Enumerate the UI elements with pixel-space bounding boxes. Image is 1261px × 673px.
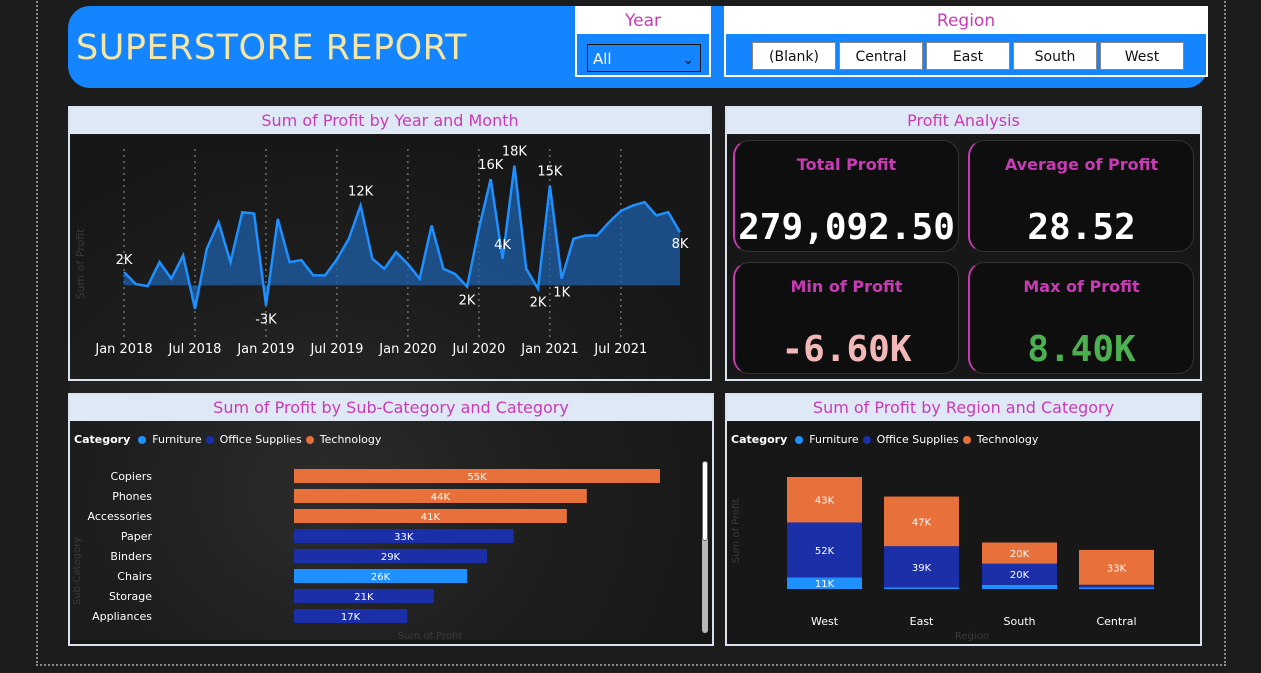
subcategory-chart: Sub-Category Sum of Profit Copiers 55K Pho… bbox=[72, 469, 660, 642]
data-label: 15K bbox=[537, 165, 563, 180]
region-button-south[interactable]: South bbox=[1013, 42, 1097, 70]
average-profit-card: Average of Profit 28.52 bbox=[968, 140, 1194, 252]
year-slicer-label: Year bbox=[577, 8, 709, 34]
region-slicer-label: Region bbox=[726, 8, 1206, 34]
data-label: 33K bbox=[394, 532, 414, 543]
profit-area bbox=[124, 165, 680, 309]
data-label: 55K bbox=[467, 472, 487, 483]
y-tick-label: Copiers bbox=[111, 470, 153, 483]
data-label: 33K bbox=[1107, 563, 1127, 574]
data-label: 4K bbox=[494, 238, 511, 253]
subcategory-title: Sum of Profit by Sub-Category and Catego… bbox=[70, 395, 712, 421]
x-tick-label: Jul 2019 bbox=[309, 342, 363, 357]
year-dropdown[interactable]: All ⌄ bbox=[587, 44, 701, 72]
region-button-central[interactable]: Central bbox=[839, 42, 923, 70]
region-ylabel: Sum of Profit bbox=[731, 499, 742, 564]
data-label: 21K bbox=[354, 592, 374, 603]
chevron-down-icon: ⌄ bbox=[682, 52, 694, 68]
data-label: 2K bbox=[530, 296, 547, 311]
subcategory-scrollbar[interactable] bbox=[702, 461, 708, 633]
region-button-blank[interactable]: (Blank) bbox=[752, 42, 836, 70]
year-slicer: Year All ⌄ bbox=[575, 6, 711, 77]
data-label: 17K bbox=[341, 612, 361, 623]
max-profit-label: Max of Profit bbox=[1023, 277, 1140, 296]
data-label: 44K bbox=[431, 492, 451, 503]
max-profit-card: Max of Profit 8.40K bbox=[968, 262, 1194, 374]
data-label: 2K bbox=[459, 294, 476, 309]
x-tick-label: Jan 2021 bbox=[520, 342, 578, 357]
y-tick-label: Phones bbox=[112, 490, 152, 503]
bar-segment[interactable] bbox=[1079, 584, 1154, 588]
min-profit-value: -6.60K bbox=[781, 329, 912, 370]
region-button-east[interactable]: East bbox=[926, 42, 1010, 70]
x-tick-label: West bbox=[811, 615, 839, 628]
average-profit-value: 28.52 bbox=[1027, 207, 1136, 248]
x-tick-label: Jul 2020 bbox=[451, 342, 505, 357]
x-tick-label: Jul 2021 bbox=[593, 342, 647, 357]
data-label: 43K bbox=[815, 496, 835, 507]
data-label: 26K bbox=[371, 572, 391, 583]
region-button-group: (Blank) Central East South West bbox=[752, 42, 1184, 70]
average-profit-label: Average of Profit bbox=[1004, 155, 1159, 174]
data-label: 39K bbox=[912, 563, 932, 574]
scrollbar-thumb[interactable] bbox=[702, 461, 708, 541]
data-label: 16K bbox=[478, 158, 504, 173]
region-slicer: Region (Blank) Central East South West bbox=[724, 6, 1208, 77]
profit-trend-chart: Sum of Profit 2K -3K 12K 2K 16K 4K 18K 2K 15K 1K 8… bbox=[74, 145, 689, 357]
year-dropdown-value: All bbox=[593, 50, 612, 68]
total-profit-value: 279,092.50 bbox=[738, 207, 955, 248]
data-label: 1K bbox=[553, 286, 570, 301]
data-label: 20K bbox=[1010, 549, 1030, 560]
data-label: 18K bbox=[502, 145, 528, 160]
bar-segment[interactable] bbox=[884, 587, 959, 589]
region-title: Sum of Profit by Region and Category bbox=[727, 395, 1200, 421]
data-label: 41K bbox=[421, 512, 441, 523]
profit-trend-panel: Sum of Profit by Year and Month Sum of P… bbox=[68, 106, 712, 381]
data-label: 47K bbox=[912, 517, 932, 528]
subcategory-panel: Sum of Profit by Sub-Category and Catego… bbox=[68, 393, 714, 646]
profit-trend-ylabel: Sum of Profit bbox=[74, 228, 87, 300]
y-tick-label: Storage bbox=[109, 590, 152, 603]
report-title: SUPERSTORE REPORT bbox=[76, 28, 467, 68]
max-profit-value: 8.40K bbox=[1027, 329, 1136, 370]
total-profit-label: Total Profit bbox=[796, 155, 897, 174]
data-label: 2K bbox=[116, 253, 133, 268]
min-profit-card: Min of Profit -6.60K bbox=[733, 262, 959, 374]
total-profit-card: Total Profit 279,092.50 bbox=[733, 140, 959, 252]
region-chart: Sum of Profit Region 11K 52K 43K West 39K 47K… bbox=[731, 477, 1154, 642]
y-tick-label: Accessories bbox=[88, 510, 153, 523]
x-tick-label: Jul 2018 bbox=[168, 342, 222, 357]
min-profit-label: Min of Profit bbox=[790, 277, 903, 296]
x-tick-label: Jan 2018 bbox=[94, 342, 152, 357]
data-label: 52K bbox=[815, 546, 835, 557]
data-label: -3K bbox=[255, 312, 277, 327]
y-tick-label: Paper bbox=[121, 530, 153, 543]
x-tick-label: Jan 2019 bbox=[236, 342, 294, 357]
bar-segment[interactable] bbox=[982, 584, 1057, 589]
x-tick-label: Jan 2020 bbox=[378, 342, 436, 357]
y-tick-label: Appliances bbox=[92, 610, 152, 623]
x-tick-label: South bbox=[1004, 615, 1036, 628]
region-button-west[interactable]: West bbox=[1100, 42, 1184, 70]
subcategory-xlabel: Sum of Profit bbox=[398, 631, 463, 642]
region-panel: Sum of Profit by Region and Category Cat… bbox=[725, 393, 1202, 646]
region-xlabel: Region bbox=[955, 631, 989, 642]
y-tick-label: Binders bbox=[110, 550, 152, 563]
subcategory-ylabel: Sub-Category bbox=[72, 537, 83, 605]
x-tick-label: Central bbox=[1096, 615, 1136, 628]
data-label: 8K bbox=[672, 237, 689, 252]
bar-segment[interactable] bbox=[1079, 587, 1154, 589]
data-label: 11K bbox=[815, 579, 835, 590]
data-label: 29K bbox=[381, 552, 401, 563]
profit-analysis-title: Profit Analysis bbox=[727, 108, 1200, 134]
data-label: 20K bbox=[1010, 570, 1030, 581]
data-label: 12K bbox=[348, 185, 374, 200]
profit-trend-title: Sum of Profit by Year and Month bbox=[70, 108, 710, 134]
profit-analysis-panel: Profit Analysis Total Profit 279,092.50 … bbox=[725, 106, 1202, 381]
y-tick-label: Chairs bbox=[117, 570, 152, 583]
x-tick-label: East bbox=[910, 615, 934, 628]
